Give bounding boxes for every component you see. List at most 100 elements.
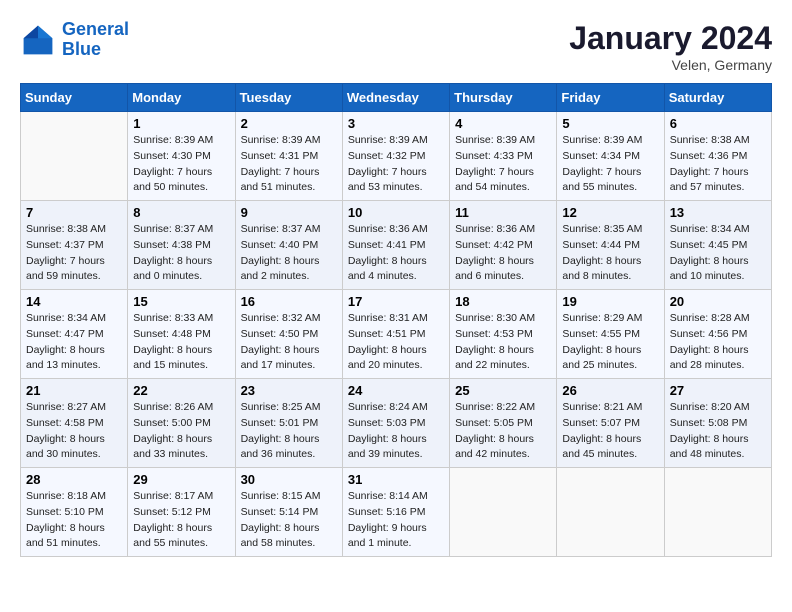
day-info: Sunrise: 8:39 AM Sunset: 4:32 PM Dayligh…	[348, 133, 444, 196]
day-info: Sunrise: 8:37 AM Sunset: 4:40 PM Dayligh…	[241, 222, 337, 285]
day-info: Sunrise: 8:32 AM Sunset: 4:50 PM Dayligh…	[241, 311, 337, 374]
day-number: 12	[562, 205, 658, 220]
location: Velen, Germany	[569, 57, 772, 73]
week-row-2: 14 Sunrise: 8:34 AM Sunset: 4:47 PM Dayli…	[21, 290, 772, 379]
day-number: 14	[26, 294, 122, 309]
logo-blue: Blue	[62, 39, 101, 59]
header-tuesday: Tuesday	[235, 84, 342, 112]
day-cell	[664, 468, 771, 557]
week-row-1: 7 Sunrise: 8:38 AM Sunset: 4:37 PM Daylig…	[21, 201, 772, 290]
day-info: Sunrise: 8:34 AM Sunset: 4:47 PM Dayligh…	[26, 311, 122, 374]
day-info: Sunrise: 8:15 AM Sunset: 5:14 PM Dayligh…	[241, 489, 337, 552]
day-cell: 14 Sunrise: 8:34 AM Sunset: 4:47 PM Dayli…	[21, 290, 128, 379]
calendar-table: SundayMondayTuesdayWednesdayThursdayFrid…	[20, 83, 772, 557]
month-title: January 2024	[569, 20, 772, 57]
day-number: 25	[455, 383, 551, 398]
day-cell: 24 Sunrise: 8:24 AM Sunset: 5:03 PM Dayli…	[342, 379, 449, 468]
day-number: 26	[562, 383, 658, 398]
day-number: 21	[26, 383, 122, 398]
day-info: Sunrise: 8:25 AM Sunset: 5:01 PM Dayligh…	[241, 400, 337, 463]
day-number: 18	[455, 294, 551, 309]
day-number: 9	[241, 205, 337, 220]
day-number: 6	[670, 116, 766, 131]
day-cell: 9 Sunrise: 8:37 AM Sunset: 4:40 PM Daylig…	[235, 201, 342, 290]
logo-general: General	[62, 19, 129, 39]
day-info: Sunrise: 8:27 AM Sunset: 4:58 PM Dayligh…	[26, 400, 122, 463]
day-cell: 2Sunrise: 8:39 AM Sunset: 4:31 PM Daylig…	[235, 112, 342, 201]
day-info: Sunrise: 8:36 AM Sunset: 4:41 PM Dayligh…	[348, 222, 444, 285]
day-cell: 5 Sunrise: 8:39 AM Sunset: 4:34 PM Daylig…	[557, 112, 664, 201]
header-monday: Monday	[128, 84, 235, 112]
day-info: Sunrise: 8:38 AM Sunset: 4:36 PM Dayligh…	[670, 133, 766, 196]
day-info: Sunrise: 8:29 AM Sunset: 4:55 PM Dayligh…	[562, 311, 658, 374]
day-number: 22	[133, 383, 229, 398]
day-info: Sunrise: 8:20 AM Sunset: 5:08 PM Dayligh…	[670, 400, 766, 463]
day-info: Sunrise: 8:28 AM Sunset: 4:56 PM Dayligh…	[670, 311, 766, 374]
day-cell	[450, 468, 557, 557]
day-info: Sunrise: 8:22 AM Sunset: 5:05 PM Dayligh…	[455, 400, 551, 463]
day-cell: 6 Sunrise: 8:38 AM Sunset: 4:36 PM Daylig…	[664, 112, 771, 201]
week-row-4: 28Sunrise: 8:18 AM Sunset: 5:10 PM Dayli…	[21, 468, 772, 557]
day-cell: 27 Sunrise: 8:20 AM Sunset: 5:08 PM Dayli…	[664, 379, 771, 468]
day-number: 15	[133, 294, 229, 309]
day-number: 3	[348, 116, 444, 131]
day-number: 4	[455, 116, 551, 131]
day-number: 2	[241, 116, 337, 131]
day-cell: 31 Sunrise: 8:14 AM Sunset: 5:16 PM Dayli…	[342, 468, 449, 557]
day-info: Sunrise: 8:24 AM Sunset: 5:03 PM Dayligh…	[348, 400, 444, 463]
logo-text: General Blue	[62, 20, 129, 60]
day-cell: 28Sunrise: 8:18 AM Sunset: 5:10 PM Dayli…	[21, 468, 128, 557]
day-cell: 22Sunrise: 8:26 AM Sunset: 5:00 PM Dayli…	[128, 379, 235, 468]
header-wednesday: Wednesday	[342, 84, 449, 112]
day-info: Sunrise: 8:34 AM Sunset: 4:45 PM Dayligh…	[670, 222, 766, 285]
day-info: Sunrise: 8:38 AM Sunset: 4:37 PM Dayligh…	[26, 222, 122, 285]
day-cell: 21 Sunrise: 8:27 AM Sunset: 4:58 PM Dayli…	[21, 379, 128, 468]
day-cell: 3 Sunrise: 8:39 AM Sunset: 4:32 PM Daylig…	[342, 112, 449, 201]
logo-icon	[20, 22, 56, 58]
day-info: Sunrise: 8:36 AM Sunset: 4:42 PM Dayligh…	[455, 222, 551, 285]
day-cell: 8Sunrise: 8:37 AM Sunset: 4:38 PM Daylig…	[128, 201, 235, 290]
week-row-3: 21 Sunrise: 8:27 AM Sunset: 4:58 PM Dayli…	[21, 379, 772, 468]
day-number: 16	[241, 294, 337, 309]
day-info: Sunrise: 8:37 AM Sunset: 4:38 PM Dayligh…	[133, 222, 229, 285]
day-cell: 16 Sunrise: 8:32 AM Sunset: 4:50 PM Dayli…	[235, 290, 342, 379]
day-number: 5	[562, 116, 658, 131]
day-number: 1	[133, 116, 229, 131]
day-cell: 4 Sunrise: 8:39 AM Sunset: 4:33 PM Daylig…	[450, 112, 557, 201]
day-cell	[21, 112, 128, 201]
day-cell: 29Sunrise: 8:17 AM Sunset: 5:12 PM Dayli…	[128, 468, 235, 557]
day-cell: 17 Sunrise: 8:31 AM Sunset: 4:51 PM Dayli…	[342, 290, 449, 379]
day-info: Sunrise: 8:21 AM Sunset: 5:07 PM Dayligh…	[562, 400, 658, 463]
header-row: SundayMondayTuesdayWednesdayThursdayFrid…	[21, 84, 772, 112]
day-info: Sunrise: 8:31 AM Sunset: 4:51 PM Dayligh…	[348, 311, 444, 374]
day-cell: 7 Sunrise: 8:38 AM Sunset: 4:37 PM Daylig…	[21, 201, 128, 290]
day-info: Sunrise: 8:17 AM Sunset: 5:12 PM Dayligh…	[133, 489, 229, 552]
day-number: 11	[455, 205, 551, 220]
day-info: Sunrise: 8:39 AM Sunset: 4:34 PM Dayligh…	[562, 133, 658, 196]
day-cell: 13Sunrise: 8:34 AM Sunset: 4:45 PM Dayli…	[664, 201, 771, 290]
day-number: 7	[26, 205, 122, 220]
day-number: 20	[670, 294, 766, 309]
day-info: Sunrise: 8:39 AM Sunset: 4:33 PM Dayligh…	[455, 133, 551, 196]
week-row-0: 1 Sunrise: 8:39 AM Sunset: 4:30 PM Daylig…	[21, 112, 772, 201]
day-cell: 30 Sunrise: 8:15 AM Sunset: 5:14 PM Dayli…	[235, 468, 342, 557]
day-number: 27	[670, 383, 766, 398]
day-info: Sunrise: 8:39 AM Sunset: 4:30 PM Dayligh…	[133, 133, 229, 196]
day-cell: 25 Sunrise: 8:22 AM Sunset: 5:05 PM Dayli…	[450, 379, 557, 468]
day-cell: 26 Sunrise: 8:21 AM Sunset: 5:07 PM Dayli…	[557, 379, 664, 468]
day-number: 31	[348, 472, 444, 487]
page-header: General Blue January 2024 Velen, Germany	[20, 20, 772, 73]
day-cell	[557, 468, 664, 557]
header-saturday: Saturday	[664, 84, 771, 112]
day-number: 23	[241, 383, 337, 398]
day-number: 24	[348, 383, 444, 398]
logo: General Blue	[20, 20, 129, 60]
day-info: Sunrise: 8:14 AM Sunset: 5:16 PM Dayligh…	[348, 489, 444, 552]
header-thursday: Thursday	[450, 84, 557, 112]
day-number: 19	[562, 294, 658, 309]
day-cell: 18Sunrise: 8:30 AM Sunset: 4:53 PM Dayli…	[450, 290, 557, 379]
day-number: 17	[348, 294, 444, 309]
day-info: Sunrise: 8:33 AM Sunset: 4:48 PM Dayligh…	[133, 311, 229, 374]
title-block: January 2024 Velen, Germany	[569, 20, 772, 73]
day-number: 30	[241, 472, 337, 487]
